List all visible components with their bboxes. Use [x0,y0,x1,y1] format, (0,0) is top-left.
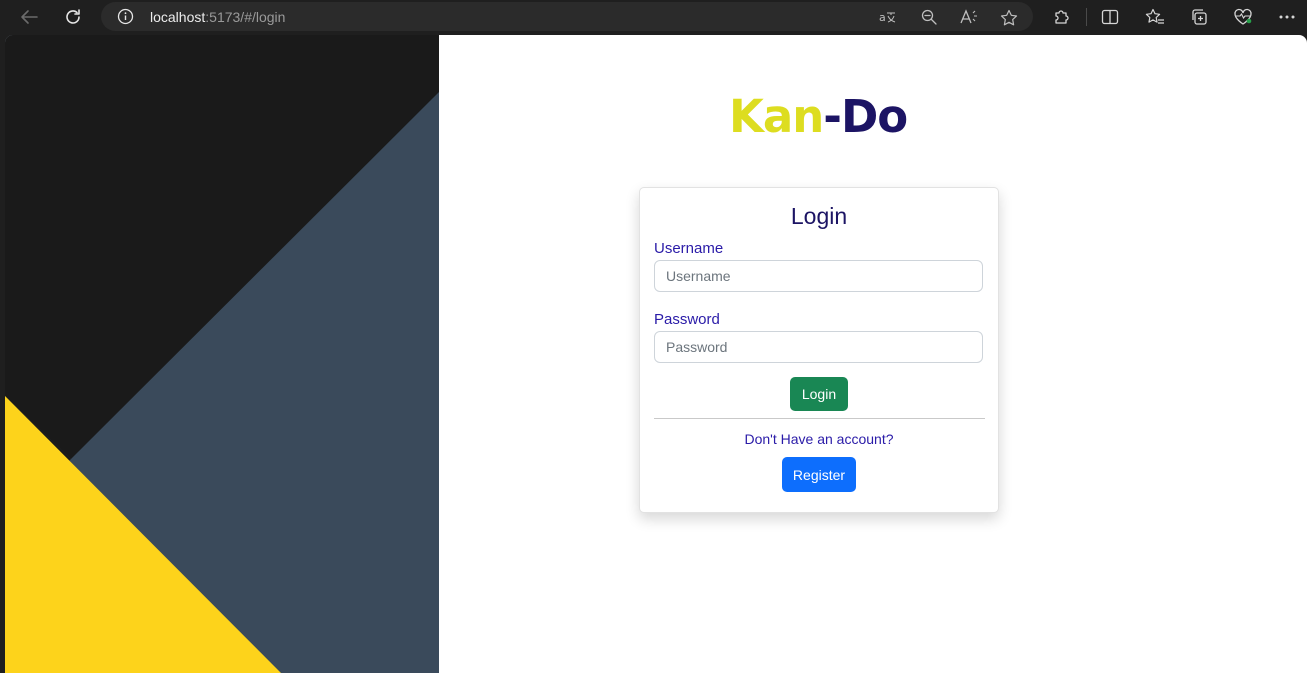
app-logo: Kan-Do [729,87,908,147]
logo-kan: Kan [729,90,824,143]
read-aloud-icon[interactable] [957,6,981,28]
page-viewport: Kan-Do Login Username Password Login Don… [5,35,1307,673]
split-screen-icon[interactable] [1097,5,1123,29]
favorites-icon[interactable] [1142,5,1168,29]
puzzle-icon[interactable] [1049,5,1075,29]
password-label: Password [654,311,720,328]
register-button[interactable]: Register [782,457,856,492]
url-host: localhost [150,9,206,25]
heart-pulse-icon[interactable] [1230,5,1256,29]
logo-do: -Do [823,90,908,143]
address-bar[interactable]: localhost:5173/#/login a [101,2,1033,31]
star-icon[interactable] [997,6,1021,28]
refresh-icon[interactable] [59,4,87,30]
login-card: Login Username Password Login Don't Have… [639,187,999,513]
url-path: :5173/#/login [205,9,286,25]
more-icon[interactable] [1274,5,1300,29]
username-input[interactable] [654,260,983,292]
password-input[interactable] [654,331,983,363]
geometric-art [5,35,439,673]
login-button[interactable]: Login [790,377,848,411]
url-text[interactable]: localhost:5173/#/login [150,9,285,25]
collections-icon[interactable] [1186,5,1212,29]
translate-icon[interactable]: a [876,6,900,28]
svg-text:a: a [879,11,886,24]
toolbar-separator [1086,8,1087,26]
zoom-out-icon[interactable] [917,6,941,28]
browser-toolbar: localhost:5173/#/login a [0,0,1307,35]
decorative-background-art [5,35,439,673]
back-arrow-icon[interactable] [15,4,43,30]
info-icon[interactable] [117,8,134,25]
login-title: Login [790,203,848,229]
no-account-text: Don't Have an account? [744,431,894,447]
username-label: Username [654,240,724,257]
divider [654,418,985,419]
